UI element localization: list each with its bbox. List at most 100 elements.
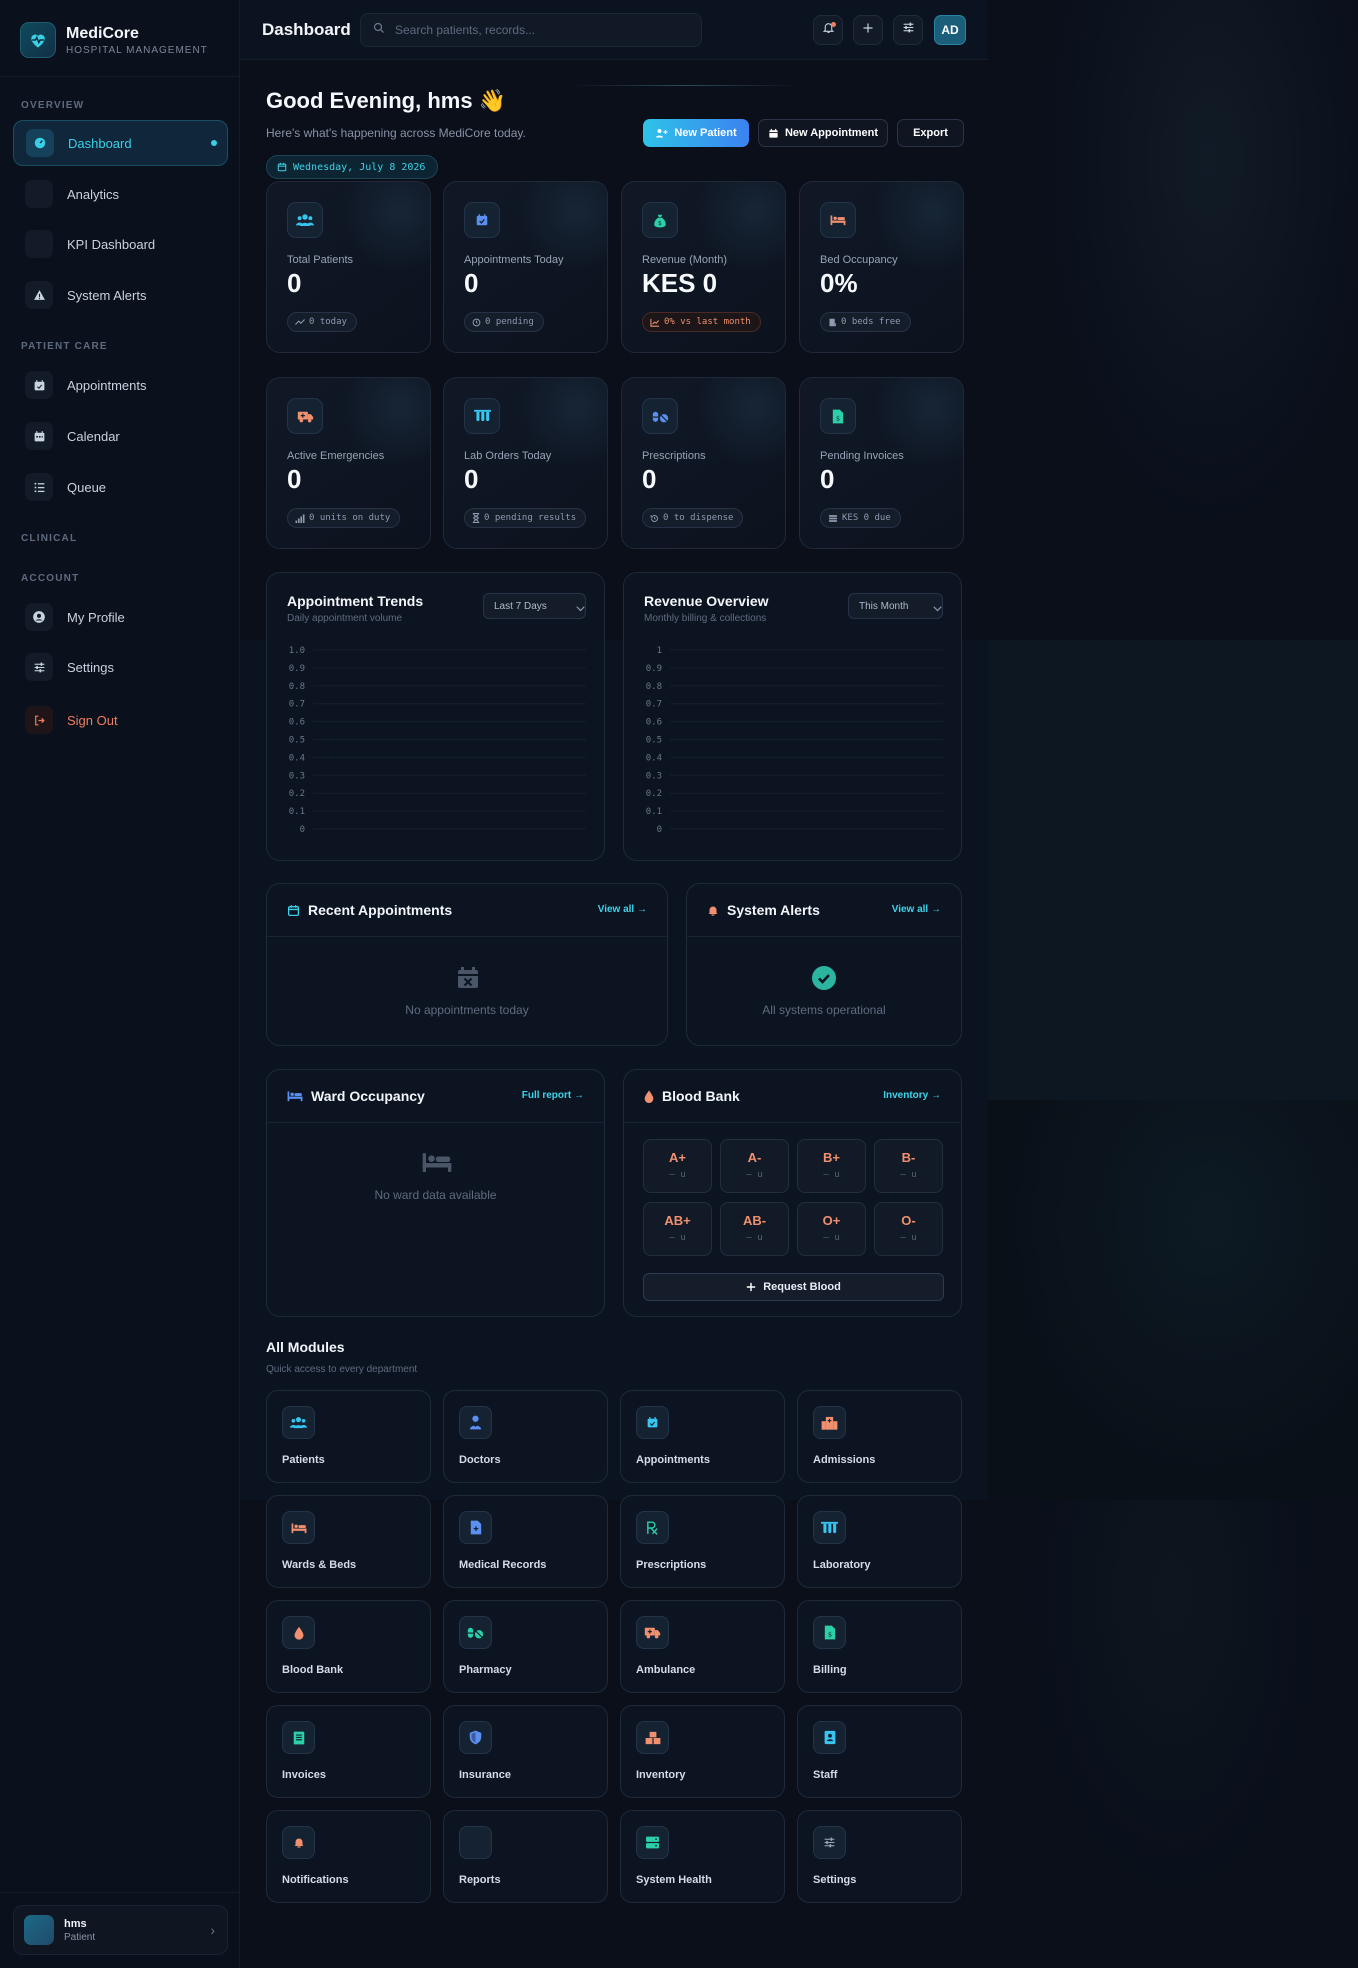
modules-subtitle: Quick access to every department [266,1364,418,1375]
module-laboratory[interactable]: Laboratory [797,1495,962,1588]
search-bar[interactable] [360,13,702,47]
view-all-appointments-link[interactable]: View all → [598,904,647,915]
view-all-alerts-link[interactable]: View all → [892,904,941,915]
sidebar-item-label: Settings [67,659,114,675]
chart-title: Revenue Overview [644,593,769,609]
panel-title: Recent Appointments [308,902,453,918]
inventory-link[interactable]: Inventory → [883,1090,941,1101]
blood-type-b-neg[interactable]: B- — u [874,1139,943,1193]
add-button[interactable] [853,15,883,45]
blood-type-ab-pos[interactable]: AB+ — u [643,1202,712,1256]
module-doctors[interactable]: Doctors [443,1390,608,1483]
stat-value: 0 [820,464,835,494]
module-label: Ambulance [636,1664,696,1676]
stat-chip-text: 0% vs last month [664,317,751,327]
background-panel [988,640,1358,1100]
user-avatar-button[interactable]: AD [934,15,966,45]
module-blood-bank[interactable]: Blood Bank [266,1600,431,1693]
stat-card-prescriptions[interactable]: Prescriptions 0 0 to dispense [621,377,786,549]
new-appointment-button[interactable]: New Appointment [758,119,888,147]
module-staff[interactable]: Staff [797,1705,962,1798]
background-panel [988,1100,1358,1500]
calendar-check-icon [636,1406,669,1439]
module-inventory[interactable]: Inventory [620,1705,785,1798]
sidebar-item-queue[interactable]: Queue [13,464,228,510]
sidebar-item-my-profile[interactable]: My Profile [13,594,228,640]
period-dropdown[interactable]: Last 7 Days [483,593,586,619]
panel-title: Ward Occupancy [311,1088,425,1104]
stat-card-appointments-today[interactable]: Appointments Today 0 0 pending [443,181,608,353]
sidebar-item-label: Sign Out [67,712,118,728]
brand[interactable]: MediCore HOSPITAL MANAGEMENT [20,20,208,60]
module-billing[interactable]: $ Billing [797,1600,962,1693]
module-prescriptions[interactable]: Prescriptions [620,1495,785,1588]
full-report-link[interactable]: Full report → [522,1090,584,1101]
sidebar-item-label: My Profile [67,609,125,625]
module-admissions[interactable]: Admissions [797,1390,962,1483]
blood-type-a-pos[interactable]: A+ — u [643,1139,712,1193]
calendar-icon [25,422,53,450]
stat-chip: 0 pending [464,312,544,332]
period-dropdown[interactable]: This Month [848,593,943,619]
stat-card-pending-invoices[interactable]: $ Pending Invoices 0 KES 0 due [799,377,964,549]
module-pharmacy[interactable]: Pharmacy [443,1600,608,1693]
active-indicator [211,140,217,146]
chevron-right-icon: › [210,1922,215,1938]
module-appointments[interactable]: Appointments [620,1390,785,1483]
money-bag-icon: $ [642,202,678,238]
section-overview: OVERVIEW [21,100,85,111]
blood-units: — u [900,1233,917,1243]
stat-card-bed-occupancy[interactable]: Bed Occupancy 0% 0 beds free [799,181,964,353]
module-reports[interactable]: Reports [443,1810,608,1903]
decorative-line [570,85,800,86]
id-badge-icon [813,1721,846,1754]
blood-type-ab-neg[interactable]: AB- — u [720,1202,789,1256]
blood-type-b-pos[interactable]: B+ — u [797,1139,866,1193]
blood-type-o-neg[interactable]: O- — u [874,1202,943,1256]
sidebar-item-dashboard[interactable]: Dashboard [13,120,228,166]
blood-type-o-pos[interactable]: O+ — u [797,1202,866,1256]
sidebar-item-system-alerts[interactable]: System Alerts [13,272,228,318]
pills-icon [642,398,678,434]
user-card[interactable]: hms Patient › [13,1905,228,1955]
bed-icon [282,1511,315,1544]
module-settings[interactable]: Settings [797,1810,962,1903]
stat-card-total-patients[interactable]: Total Patients 0 0 today [266,181,431,353]
y-tick-label: 0.5 [646,736,662,746]
search-input[interactable] [395,23,675,37]
preferences-button[interactable] [893,15,923,45]
module-ambulance[interactable]: Ambulance [620,1600,785,1693]
sidebar-item-settings[interactable]: Settings [13,644,228,690]
notification-badge [831,22,836,27]
blood-units: — u [669,1233,686,1243]
dropdown-value: Last 7 Days [494,600,547,612]
module-insurance[interactable]: Insurance [443,1705,608,1798]
y-tick-label: 0.9 [646,664,662,674]
sidebar-item-kpi-dashboard[interactable]: KPI Dashboard [13,221,228,267]
module-wards-beds[interactable]: Wards & Beds [266,1495,431,1588]
stat-card-revenue[interactable]: $ Revenue (Month) KES 0 0% vs last month [621,181,786,353]
blood-type: O+ [822,1213,841,1228]
gauge-icon [26,129,54,157]
request-blood-button[interactable]: Request Blood [643,1273,944,1301]
stat-label: Appointments Today [464,254,564,266]
module-invoices[interactable]: Invoices [266,1705,431,1798]
notifications-button[interactable] [813,15,843,45]
sidebar-item-calendar[interactable]: Calendar [13,413,228,459]
module-patients[interactable]: Patients [266,1390,431,1483]
stat-card-lab-orders[interactable]: Lab Orders Today 0 0 pending results [443,377,608,549]
server-icon [636,1826,669,1859]
module-notifications[interactable]: Notifications [266,1810,431,1903]
stat-card-active-emergencies[interactable]: Active Emergencies 0 0 units on duty [266,377,431,549]
module-system-health[interactable]: System Health [620,1810,785,1903]
blood-type-a-neg[interactable]: A- — u [720,1139,789,1193]
export-button[interactable]: Export [897,119,964,147]
greeting-subtitle: Here's what's happening across MediCore … [266,126,526,140]
new-patient-button[interactable]: New Patient [643,119,749,147]
sidebar-item-sign-out[interactable]: Sign Out [13,697,228,743]
blood-units: — u [823,1233,840,1243]
module-medical-records[interactable]: Medical Records [443,1495,608,1588]
sidebar-item-appointments[interactable]: Appointments [13,362,228,408]
stat-label: Total Patients [287,254,354,266]
sidebar-item-analytics[interactable]: Analytics [13,171,228,217]
